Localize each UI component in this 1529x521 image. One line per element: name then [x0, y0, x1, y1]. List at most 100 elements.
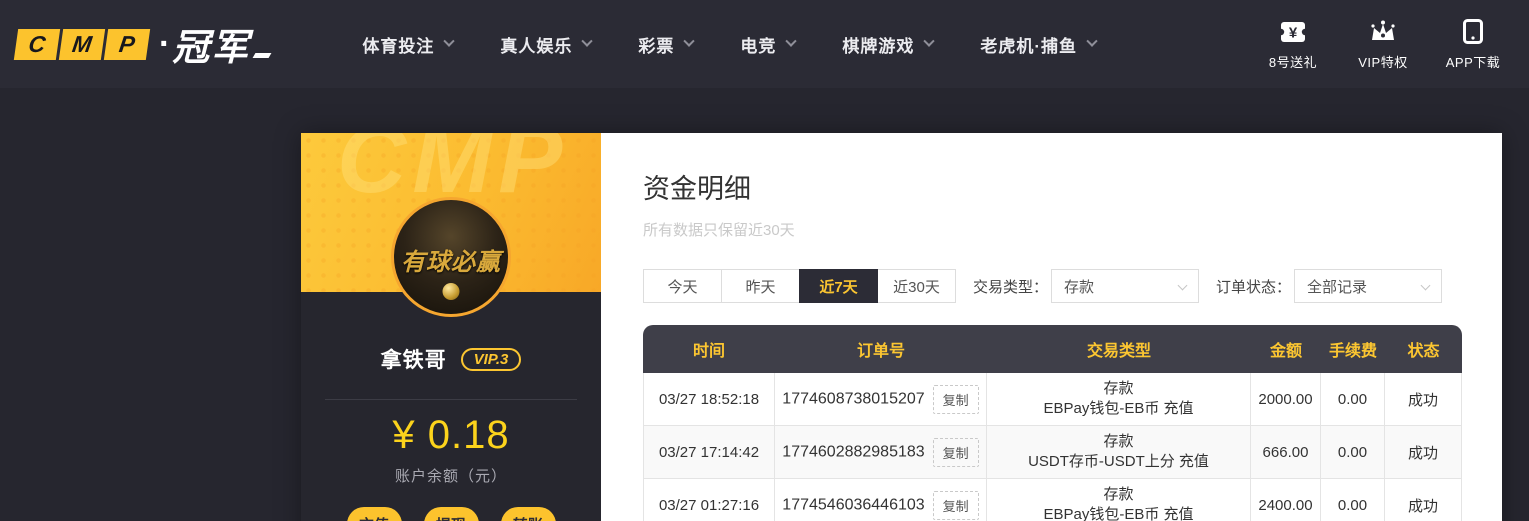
logo-letter-box: C — [13, 28, 61, 60]
type-line2: EBPay钱包-EB币 充值 — [1043, 506, 1194, 521]
quick-links: ¥ 8号送礼 VIP特权 APP下载 — [1264, 18, 1502, 71]
soccer-ball-icon — [442, 283, 460, 300]
chevron-down-icon — [785, 35, 797, 47]
table-row: 03/27 01:27:16 1774546036446103 复制 存款 EBP… — [643, 479, 1462, 521]
phone-icon — [1462, 18, 1484, 46]
cell-fee: 0.00 — [1321, 426, 1385, 479]
status-badge: 成功 — [1385, 426, 1462, 479]
type-line2: USDT存币-USDT上分 充值 — [1028, 453, 1209, 470]
profile-sidebar: CMP 有球必赢 拿铁哥 VIP.3 ¥ 0.18 账户余额（元） 充值 提现 … — [301, 133, 601, 521]
status-badge: 成功 — [1385, 373, 1462, 426]
sidebar-divider — [325, 399, 577, 400]
cell-amount: 666.00 — [1251, 426, 1321, 479]
col-header-fee: 手续费 — [1321, 325, 1385, 373]
crown-icon — [1368, 18, 1398, 46]
filter-row: 今天 昨天 近7天 近30天 交易类型： 存款 订单状态： 全部记录 — [643, 269, 1460, 303]
nav-item-label: 棋牌游戏 — [842, 36, 915, 56]
page-title: 资金明细 — [643, 174, 751, 204]
col-header-status: 状态 — [1385, 325, 1462, 373]
cell-time: 03/27 01:27:16 — [643, 479, 775, 521]
top-navbar: C M P · 冠军 体育投注 真人娱乐 彩票 电竞 棋牌游戏 老虎机·捕鱼 ¥… — [0, 0, 1529, 88]
cell-fee: 0.00 — [1321, 373, 1385, 426]
svg-text:¥: ¥ — [1289, 24, 1298, 41]
chevron-down-icon — [1177, 280, 1188, 291]
avatar: 有球必赢 — [391, 197, 511, 317]
fund-details-section: 资金明细 所有数据只保留近30天 今天 昨天 近7天 近30天 交易类型： 存款… — [601, 133, 1502, 521]
order-status-label: 订单状态： — [1216, 278, 1292, 296]
quick-link-label: APP下载 — [1445, 54, 1501, 70]
tab-yesterday[interactable]: 昨天 — [721, 269, 800, 303]
chevron-down-icon — [1420, 280, 1431, 291]
nav-item-live-casino[interactable]: 真人娱乐 — [500, 32, 593, 57]
account-balance-label: 账户余额（元） — [394, 468, 507, 485]
account-panel: CMP 有球必赢 拿铁哥 VIP.3 ¥ 0.18 账户余额（元） 充值 提现 … — [301, 133, 1502, 521]
cell-order: 1774608738015207 复制 — [775, 373, 987, 426]
cell-type: 存款 EBPay钱包-EB币 充值 — [987, 479, 1251, 521]
order-status-select[interactable]: 全部记录 — [1294, 269, 1443, 303]
gift-promo-link[interactable]: ¥ 8号送礼 — [1264, 18, 1322, 71]
logo-letter-box: M — [58, 28, 106, 60]
withdraw-button[interactable]: 提现 — [423, 507, 479, 521]
cell-order: 1774602882985183 复制 — [775, 426, 987, 479]
cell-amount: 2400.00 — [1251, 479, 1321, 521]
transfer-button[interactable]: 转账 — [500, 507, 556, 521]
tab-today[interactable]: 今天 — [643, 269, 722, 303]
chevron-down-icon — [683, 35, 695, 47]
chevron-down-icon — [443, 35, 455, 47]
logo-letter-box: P — [103, 28, 151, 60]
tab-last-7-days[interactable]: 近7天 — [799, 269, 878, 303]
cell-fee: 0.00 — [1321, 479, 1385, 521]
type-line2: EBPay钱包-EB币 充值 — [1043, 400, 1194, 417]
table-row: 03/27 18:52:18 1774608738015207 复制 存款 EBP… — [643, 373, 1462, 426]
fund-details-table: 时间 订单号 交易类型 金额 手续费 状态 03/27 18:52:18 177… — [643, 325, 1462, 521]
chevron-down-icon — [1086, 35, 1098, 47]
nav-item-label: 真人娱乐 — [500, 36, 573, 56]
chevron-down-icon — [923, 35, 935, 47]
tab-last-30-days[interactable]: 近30天 — [877, 269, 956, 303]
nav-item-board-games[interactable]: 棋牌游戏 — [842, 32, 935, 57]
page-subtitle: 所有数据只保留近30天 — [643, 222, 795, 239]
date-range-tabs: 今天 昨天 近7天 近30天 — [643, 269, 956, 303]
type-line1: 存款 — [1103, 380, 1134, 397]
table-header-row: 时间 订单号 交易类型 金额 手续费 状态 — [643, 325, 1462, 373]
quick-link-label: VIP特权 — [1358, 54, 1408, 70]
nav-item-slots-fishing[interactable]: 老虎机·捕鱼 — [980, 32, 1098, 57]
order-id: 1774608738015207 — [782, 389, 925, 407]
logo-dash — [252, 52, 272, 58]
nav-item-label: 电竞 — [740, 36, 777, 56]
order-id: 1774602882985183 — [782, 442, 925, 460]
type-line1: 存款 — [1103, 486, 1134, 503]
main-nav: 体育投注 真人娱乐 彩票 电竞 棋牌游戏 老虎机·捕鱼 — [362, 32, 1098, 57]
copy-button[interactable]: 复制 — [932, 437, 979, 467]
deposit-button[interactable]: 充值 — [346, 507, 402, 521]
nav-item-label: 彩票 — [638, 36, 675, 56]
balance-actions: 充值 提现 转账 — [301, 507, 601, 521]
cell-amount: 2000.00 — [1251, 373, 1321, 426]
table-row: 03/27 17:14:42 1774602882985183 复制 存款 USD… — [643, 426, 1462, 479]
col-header-amount: 金额 — [1251, 325, 1321, 373]
type-line1: 存款 — [1103, 433, 1134, 450]
copy-button[interactable]: 复制 — [932, 490, 979, 520]
col-header-order-id: 订单号 — [775, 325, 987, 373]
order-status-value: 全部记录 — [1307, 278, 1368, 296]
brand-logo[interactable]: C M P · 冠军 — [13, 17, 272, 71]
logo-dot: · — [159, 24, 171, 63]
order-id: 1774546036446103 — [782, 495, 925, 513]
col-header-type: 交易类型 — [987, 325, 1251, 373]
vip-privilege-link[interactable]: VIP特权 — [1354, 18, 1412, 71]
cell-time: 03/27 17:14:42 — [643, 426, 775, 479]
transaction-type-label: 交易类型： — [973, 278, 1049, 296]
cell-type: 存款 EBPay钱包-EB币 充值 — [987, 373, 1251, 426]
account-balance: ¥ 0.18 — [392, 413, 510, 457]
nav-item-lottery[interactable]: 彩票 — [638, 32, 695, 57]
cell-type: 存款 USDT存币-USDT上分 充值 — [987, 426, 1251, 479]
chevron-down-icon — [581, 35, 593, 47]
transaction-type-select[interactable]: 存款 — [1051, 269, 1200, 303]
gift-ticket-icon: ¥ — [1278, 18, 1308, 46]
copy-button[interactable]: 复制 — [932, 384, 979, 414]
cell-order: 1774546036446103 复制 — [775, 479, 987, 521]
nav-item-sports[interactable]: 体育投注 — [362, 32, 455, 57]
app-download-link[interactable]: APP下载 — [1444, 18, 1502, 71]
nav-item-esports[interactable]: 电竞 — [740, 32, 797, 57]
logo-name: 冠军 — [172, 27, 251, 68]
